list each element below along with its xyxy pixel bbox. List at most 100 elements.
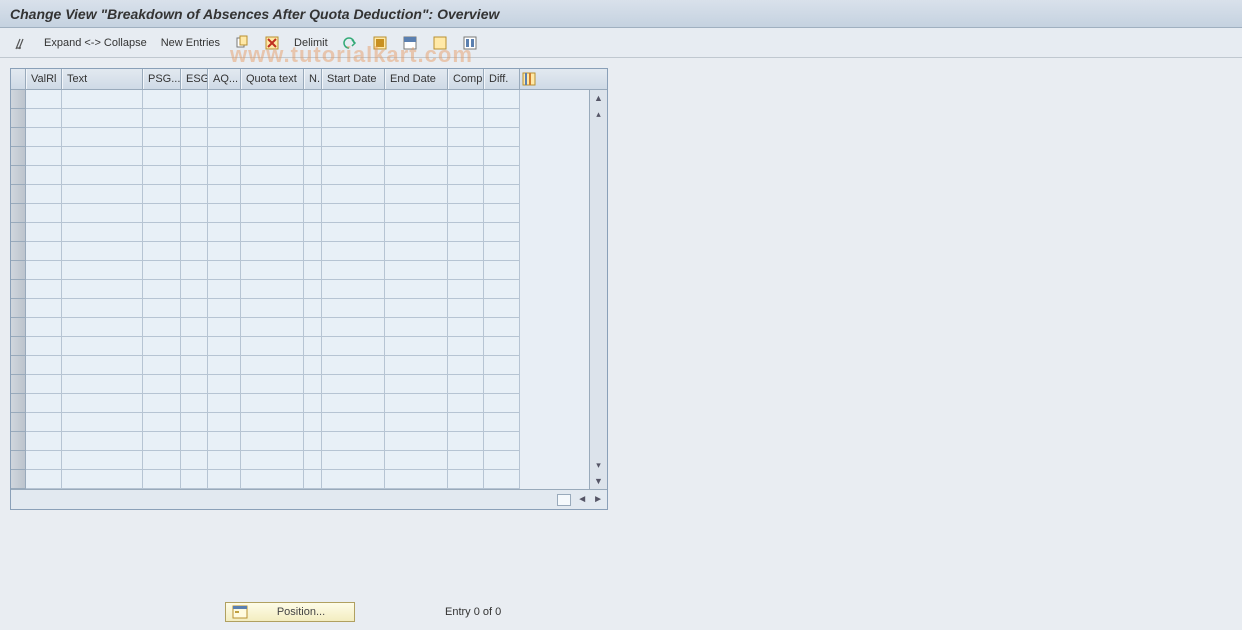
cell[interactable] <box>143 470 181 489</box>
cell[interactable] <box>484 204 520 223</box>
cell[interactable] <box>304 90 322 109</box>
scroll-down-step-button[interactable]: ▾ <box>590 457 607 473</box>
cell[interactable] <box>181 147 208 166</box>
cell[interactable] <box>241 451 304 470</box>
cell[interactable] <box>181 223 208 242</box>
cell[interactable] <box>448 470 484 489</box>
cell[interactable] <box>62 356 143 375</box>
row-selector[interactable] <box>11 166 26 185</box>
cell[interactable] <box>26 242 62 261</box>
cell[interactable] <box>304 432 322 451</box>
cell[interactable] <box>385 356 448 375</box>
cell[interactable] <box>26 451 62 470</box>
cell[interactable] <box>322 166 385 185</box>
cell[interactable] <box>62 261 143 280</box>
cell[interactable] <box>208 223 241 242</box>
cell[interactable] <box>208 147 241 166</box>
cell[interactable] <box>181 337 208 356</box>
cell[interactable] <box>62 413 143 432</box>
cell[interactable] <box>26 223 62 242</box>
cell[interactable] <box>484 451 520 470</box>
cell[interactable] <box>304 166 322 185</box>
cell[interactable] <box>241 375 304 394</box>
cell[interactable] <box>241 147 304 166</box>
cell[interactable] <box>62 432 143 451</box>
cell[interactable] <box>26 394 62 413</box>
cell[interactable] <box>322 356 385 375</box>
cell[interactable] <box>62 470 143 489</box>
cell[interactable] <box>181 470 208 489</box>
cell[interactable] <box>304 413 322 432</box>
cell[interactable] <box>385 204 448 223</box>
cell[interactable] <box>208 470 241 489</box>
cell[interactable] <box>484 356 520 375</box>
cell[interactable] <box>143 204 181 223</box>
cell[interactable] <box>62 337 143 356</box>
cell[interactable] <box>484 242 520 261</box>
scroll-track[interactable] <box>590 122 607 457</box>
column-header-aq-[interactable]: AQ... <box>208 69 241 89</box>
cell[interactable] <box>143 413 181 432</box>
cell[interactable] <box>208 413 241 432</box>
cell[interactable] <box>448 451 484 470</box>
cell[interactable] <box>26 470 62 489</box>
cell[interactable] <box>62 242 143 261</box>
expand-collapse-button[interactable]: Expand <-> Collapse <box>40 35 151 51</box>
cell[interactable] <box>62 147 143 166</box>
cell[interactable] <box>143 356 181 375</box>
cell[interactable] <box>241 413 304 432</box>
cell[interactable] <box>208 280 241 299</box>
cell[interactable] <box>322 280 385 299</box>
cell[interactable] <box>62 375 143 394</box>
cell[interactable] <box>62 185 143 204</box>
cell[interactable] <box>448 223 484 242</box>
cell[interactable] <box>304 375 322 394</box>
cell[interactable] <box>26 90 62 109</box>
cell[interactable] <box>62 318 143 337</box>
cell[interactable] <box>385 223 448 242</box>
copy-button[interactable] <box>230 33 254 53</box>
cell[interactable] <box>448 356 484 375</box>
cell[interactable] <box>26 413 62 432</box>
row-selector[interactable] <box>11 128 26 147</box>
cell[interactable] <box>385 375 448 394</box>
cell[interactable] <box>62 90 143 109</box>
cell[interactable] <box>448 280 484 299</box>
cell[interactable] <box>322 242 385 261</box>
cell[interactable] <box>322 261 385 280</box>
cell[interactable] <box>26 337 62 356</box>
cell[interactable] <box>241 166 304 185</box>
row-selector[interactable] <box>11 147 26 166</box>
cell[interactable] <box>143 337 181 356</box>
cell[interactable] <box>181 356 208 375</box>
cell[interactable] <box>304 147 322 166</box>
scroll-up-step-button[interactable]: ▴ <box>590 106 607 122</box>
cell[interactable] <box>304 204 322 223</box>
cell[interactable] <box>181 261 208 280</box>
cell[interactable] <box>208 375 241 394</box>
cell[interactable] <box>385 166 448 185</box>
cell[interactable] <box>448 261 484 280</box>
cell[interactable] <box>322 128 385 147</box>
cell[interactable] <box>62 204 143 223</box>
cell[interactable] <box>304 109 322 128</box>
cell[interactable] <box>322 223 385 242</box>
cell[interactable] <box>385 451 448 470</box>
cell[interactable] <box>385 109 448 128</box>
cell[interactable] <box>484 128 520 147</box>
undo-button[interactable] <box>338 33 362 53</box>
cell[interactable] <box>484 375 520 394</box>
cell[interactable] <box>26 185 62 204</box>
cell[interactable] <box>241 204 304 223</box>
cell[interactable] <box>143 166 181 185</box>
cell[interactable] <box>322 90 385 109</box>
cell[interactable] <box>448 299 484 318</box>
cell[interactable] <box>322 185 385 204</box>
cell[interactable] <box>484 337 520 356</box>
cell[interactable] <box>385 147 448 166</box>
column-header-diff-[interactable]: Diff. <box>484 69 520 89</box>
column-header-text[interactable]: Text <box>62 69 143 89</box>
cell[interactable] <box>241 470 304 489</box>
cell[interactable] <box>304 185 322 204</box>
cell[interactable] <box>322 375 385 394</box>
